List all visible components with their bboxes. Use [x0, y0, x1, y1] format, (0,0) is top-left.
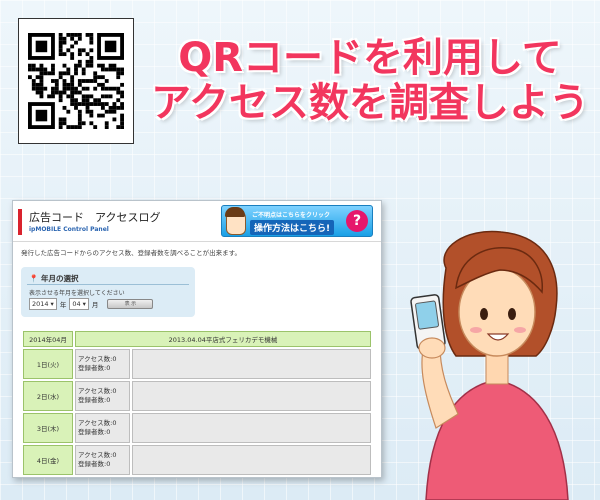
panel-subtitle: ipMOBILE Control Panel [29, 226, 109, 233]
divider [27, 284, 189, 285]
month-select[interactable]: 04 ▾ [69, 298, 89, 310]
table-header-month: 2014年04月 [23, 331, 73, 347]
year-select[interactable]: 2014 ▾ [29, 298, 57, 310]
count-cell: アクセス数:0 登録者数:0 [75, 445, 130, 475]
headline: QRコードを利用して アクセス数を調査しよう [150, 36, 590, 126]
month-select-title-text: 年月の選択 [40, 274, 79, 283]
access-count: アクセス数:0 [78, 451, 117, 460]
hand [418, 337, 446, 359]
chevron-down-icon: ▾ [82, 300, 86, 308]
registered-count: 登録者数:0 [78, 428, 111, 436]
table-row: 4日(金) アクセス数:0 登録者数:0 [23, 445, 371, 475]
registered-count: 登録者数:0 [78, 460, 111, 468]
month-select-row: 2014 ▾ 年 04 ▾ 月 表 示 [29, 298, 154, 310]
count-cell: アクセス数:0 登録者数:0 [75, 349, 130, 379]
table-row: 1日(火) アクセス数:0 登録者数:0 [23, 349, 371, 379]
empty-cell [132, 445, 371, 475]
table-header-shop: 2013.04.04平店式フェリカデモ機械 [75, 331, 371, 347]
right-eye [508, 308, 516, 320]
count-cell: アクセス数:0 登録者数:0 [75, 381, 130, 411]
year-value: 2014 [32, 300, 49, 308]
day-cell: 3日(木) [23, 413, 73, 443]
panel-title: 広告コード アクセスログ [29, 211, 161, 224]
help-avatar-hair [225, 207, 245, 217]
empty-cell [132, 349, 371, 379]
empty-cell [132, 413, 371, 443]
access-log-panel: 広告コード アクセスログ ipMOBILE Control Panel ご不明点… [12, 200, 382, 478]
access-count: アクセス数:0 [78, 387, 117, 396]
header-accent-bar [18, 209, 22, 235]
access-count: アクセス数:0 [78, 355, 117, 364]
month-select-box: 📍 年月の選択 表示させる年月を選択してください 2014 ▾ 年 04 ▾ 月… [21, 267, 195, 317]
count-cell: アクセス数:0 登録者数:0 [75, 413, 130, 443]
pin-icon: 📍 [29, 274, 39, 283]
day-cell: 2日(水) [23, 381, 73, 411]
empty-cell [132, 381, 371, 411]
show-button[interactable]: 表 示 [107, 299, 154, 309]
table-row: 3日(木) アクセス数:0 登録者数:0 [23, 413, 371, 443]
day-cell: 1日(火) [23, 349, 73, 379]
headline-line-2: アクセス数を調査しよう [151, 79, 589, 126]
registered-count: 登録者数:0 [78, 396, 111, 404]
right-cheek [514, 327, 526, 333]
description: 発行した広告コードからのアクセス数、登録者数を調べることが出来ます。 [21, 249, 242, 257]
month-select-title: 📍 年月の選択 [29, 273, 78, 284]
help-banner-button[interactable]: ご不明点はこちらをクリック 操作方法はこちら! ? [221, 205, 373, 237]
qr-code-icon [28, 33, 124, 129]
panel-header: 広告コード アクセスログ ipMOBILE Control Panel ご不明点… [13, 201, 381, 242]
help-caption: ご不明点はこちらをクリック [252, 212, 331, 219]
question-icon: ? [346, 210, 368, 232]
month-value: 04 [72, 300, 81, 308]
chevron-down-icon: ▾ [50, 300, 54, 308]
month-suffix: 月 [91, 301, 99, 309]
help-label: 操作方法はこちら! [250, 220, 335, 235]
month-select-hint: 表示させる年月を選択してください [29, 290, 125, 297]
woman-with-phone-illustration [410, 230, 569, 500]
left-cheek [470, 327, 482, 333]
arm [421, 345, 459, 429]
day-cell: 4日(金) [23, 445, 73, 475]
headline-line-1: QRコードを利用して [178, 35, 562, 81]
qr-code [18, 18, 134, 144]
left-eye [480, 308, 488, 320]
table-row: 2日(水) アクセス数:0 登録者数:0 [23, 381, 371, 411]
table-header-row: 2014年04月 2013.04.04平店式フェリカデモ機械 [23, 331, 371, 347]
year-suffix: 年 [59, 301, 67, 309]
access-table: 2014年04月 2013.04.04平店式フェリカデモ機械 1日(火) アクセ… [21, 329, 373, 477]
access-count: アクセス数:0 [78, 419, 117, 428]
registered-count: 登録者数:0 [78, 364, 111, 372]
